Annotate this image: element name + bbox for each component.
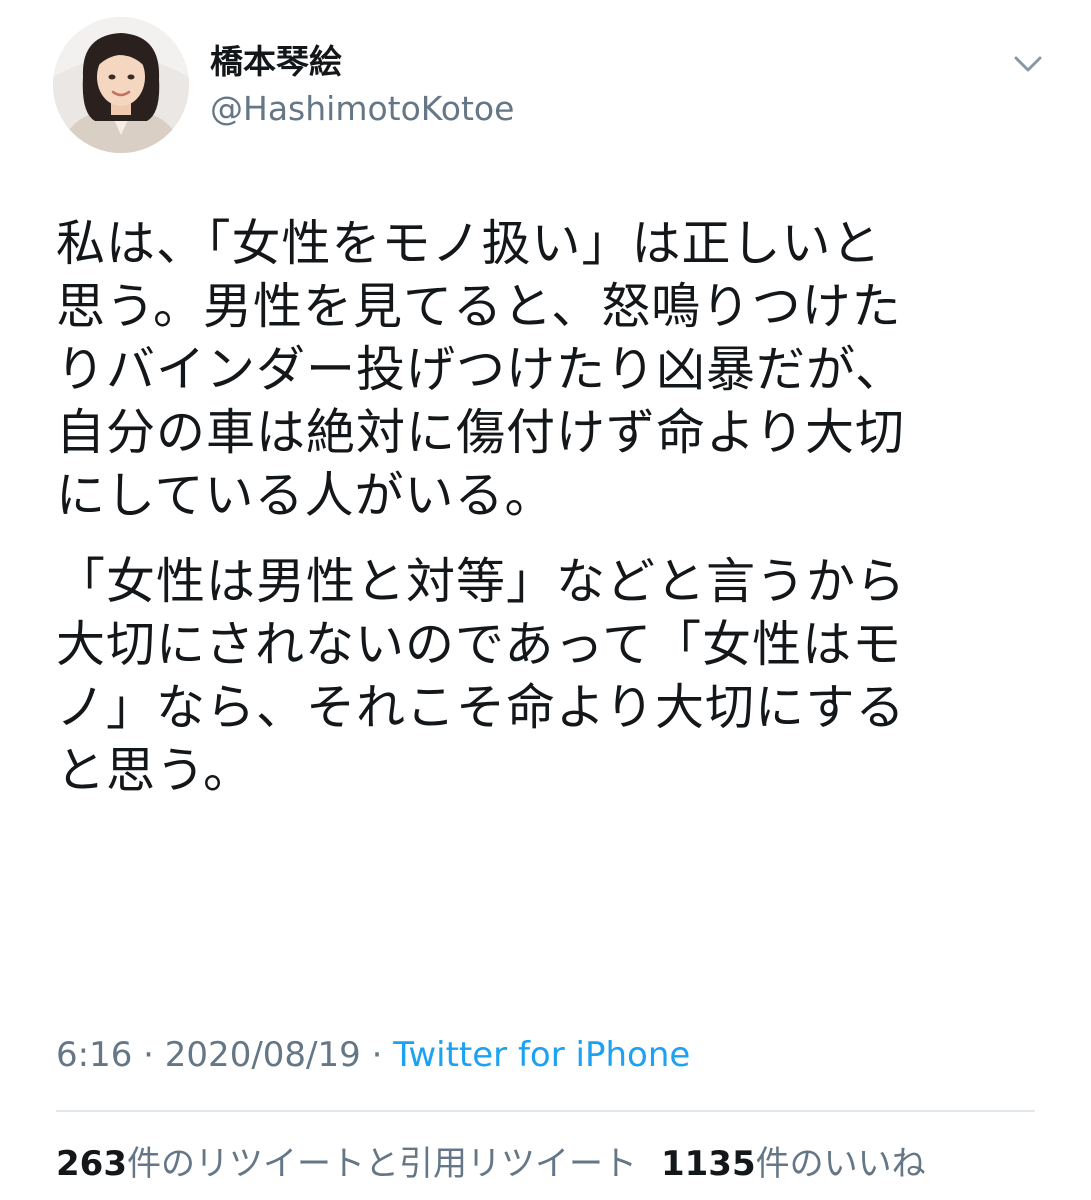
tweet-time[interactable]: 6:16 <box>56 1035 132 1075</box>
like-stat[interactable]: 1135件のいいね <box>661 1144 926 1184</box>
tweet-text: 私は、「女性をモノ扱い」は正しいと 思う。男性を見てると、怒鳴りつけた りバイン… <box>56 212 1046 802</box>
meta-separator: · <box>132 1035 165 1075</box>
author-handle[interactable]: @HashimotoKotoe <box>210 88 514 130</box>
chevron-down-icon[interactable] <box>1008 48 1048 80</box>
divider <box>56 1110 1035 1112</box>
author-name[interactable]: 橋本琴絵 <box>210 42 342 82</box>
meta-separator: · <box>360 1035 394 1075</box>
tweet-paragraph: 「女性は男性と対等」などと言うから 大切にされないのであって「女性はモ ノ」なら… <box>56 550 1046 802</box>
tweet-text-line: りバインダー投げつけたり凶暴だが、 <box>56 341 906 398</box>
tweet-date[interactable]: 2020/08/19 <box>165 1035 361 1075</box>
retweet-label: 件のリツイートと引用リツイート <box>126 1144 637 1184</box>
tweet-text-line: 私は、「女性をモノ扱い」は正しいと <box>56 215 882 272</box>
tweet-source-link[interactable]: Twitter for iPhone <box>393 1035 690 1075</box>
retweet-count: 263 <box>56 1144 127 1184</box>
tweet-text-line: にしている人がいる。 <box>56 467 555 524</box>
tweet-meta: 6:16 · 2020/08/19 · Twitter for iPhone <box>56 1034 690 1076</box>
avatar[interactable] <box>53 17 189 153</box>
tweet-text-line: 思う。男性を見てると、怒鳴りつけた <box>56 278 902 335</box>
tweet-text-line: 「女性は男性と対等」などと言うから <box>56 553 907 610</box>
tweet-text-line: ノ」なら、それこそ命より大切にする <box>56 679 906 736</box>
tweet-text-line: 自分の車は絶対に傷付けず命より大切 <box>56 404 906 461</box>
retweet-stat[interactable]: 263件のリツイートと引用リツイート <box>56 1144 637 1184</box>
tweet-stats: 263件のリツイートと引用リツイート 1135件のいいね <box>56 1142 926 1186</box>
like-label: 件のいいね <box>755 1144 926 1184</box>
tweet-text-line: 大切にされないのであって「女性はモ <box>56 616 903 673</box>
like-count: 1135 <box>660 1144 756 1184</box>
tweet-paragraph: 私は、「女性をモノ扱い」は正しいと 思う。男性を見てると、怒鳴りつけた りバイン… <box>56 212 1046 527</box>
tweet-text-line: と思う。 <box>56 742 254 799</box>
profile-photo-icon <box>53 17 189 153</box>
